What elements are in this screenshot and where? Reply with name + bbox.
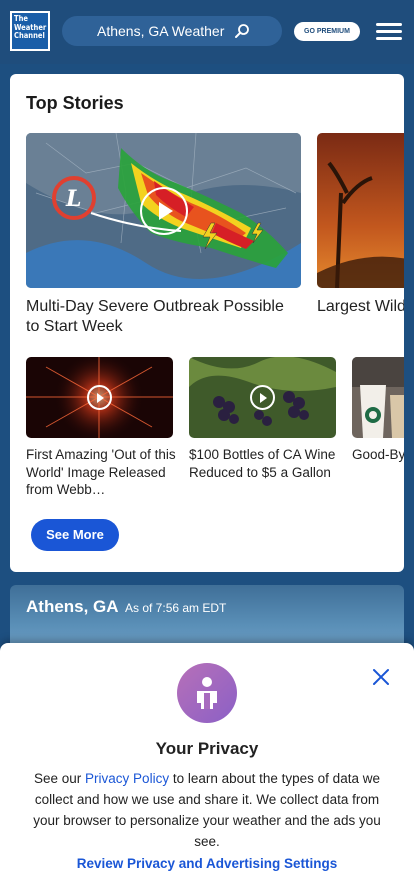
search-location-text[interactable]: Athens, GA Weather <box>97 23 224 39</box>
story-card-ca-wine[interactable]: $100 Bottles of CA Wine Reduced to $5 a … <box>189 357 336 499</box>
see-more-button[interactable]: See More <box>31 519 119 551</box>
go-premium-button[interactable]: GO PREMIUM <box>294 22 360 41</box>
privacy-body-prefix: See our <box>34 771 86 786</box>
story-thumbnail-wildfire[interactable] <box>317 133 404 288</box>
svg-text:L: L <box>65 186 81 212</box>
play-video-icon[interactable] <box>250 385 275 410</box>
privacy-policy-link[interactable]: Privacy Policy <box>85 771 169 786</box>
as-of-timestamp: As of 7:56 am EDT <box>125 601 227 615</box>
search-bar[interactable]: Athens, GA Weather <box>62 16 282 46</box>
story-title[interactable]: First Amazing 'Out of this World' Image … <box>26 446 176 499</box>
top-stories-card: Top Stories L Multi-Day Severe Outbreak … <box>10 74 404 572</box>
story-card-wildfire[interactable]: Largest Wildfire Continues to <box>317 133 404 317</box>
privacy-sheet: Your Privacy See our Privacy Policy to l… <box>0 643 414 896</box>
privacy-description: See our Privacy Policy to learn about th… <box>20 768 394 852</box>
location-name: Athens, GA <box>26 597 119 616</box>
top-stories-title: Top Stories <box>26 93 124 113</box>
story-thumbnail-radar-map[interactable]: L <box>26 133 301 288</box>
close-icon[interactable] <box>371 667 391 687</box>
story-thumbnail-grapes[interactable] <box>189 357 336 438</box>
search-icon[interactable] <box>234 23 250 39</box>
story-title[interactable]: Good-Bye Cups at S <box>352 446 404 499</box>
review-privacy-settings-link[interactable]: Review Privacy and Advertising Settings <box>0 856 414 871</box>
story-card-starbucks-cups[interactable]: Good-Bye Cups at S <box>352 357 404 499</box>
wildfire-image <box>317 133 404 288</box>
play-video-icon[interactable] <box>140 187 188 235</box>
hamburger-menu-icon[interactable] <box>374 22 404 42</box>
privacy-person-icon <box>177 663 237 723</box>
story-thumbnail-cups[interactable] <box>352 357 404 438</box>
story-card-webb-image[interactable]: First Amazing 'Out of this World' Image … <box>26 357 176 499</box>
story-title[interactable]: Multi-Day Severe Outbreak Possible to St… <box>26 297 301 337</box>
site-header: The Weather Channel Athens, GA Weather G… <box>0 0 414 64</box>
privacy-title: Your Privacy <box>155 739 259 758</box>
coffee-cups-image <box>352 357 404 438</box>
logo-line-3: Channel <box>14 31 45 40</box>
story-title[interactable]: $100 Bottles of CA Wine Reduced to $5 a … <box>189 446 339 499</box>
logo-text: The Weather Channel <box>12 13 48 49</box>
play-video-icon[interactable] <box>87 385 112 410</box>
story-title[interactable]: Largest Wildfire Continues to <box>317 297 404 317</box>
story-card-severe-outbreak[interactable]: L Multi-Day Severe Outbreak Possible to … <box>26 133 301 337</box>
weather-channel-logo[interactable]: The Weather Channel <box>10 11 50 51</box>
story-thumbnail-webb[interactable] <box>26 357 173 438</box>
